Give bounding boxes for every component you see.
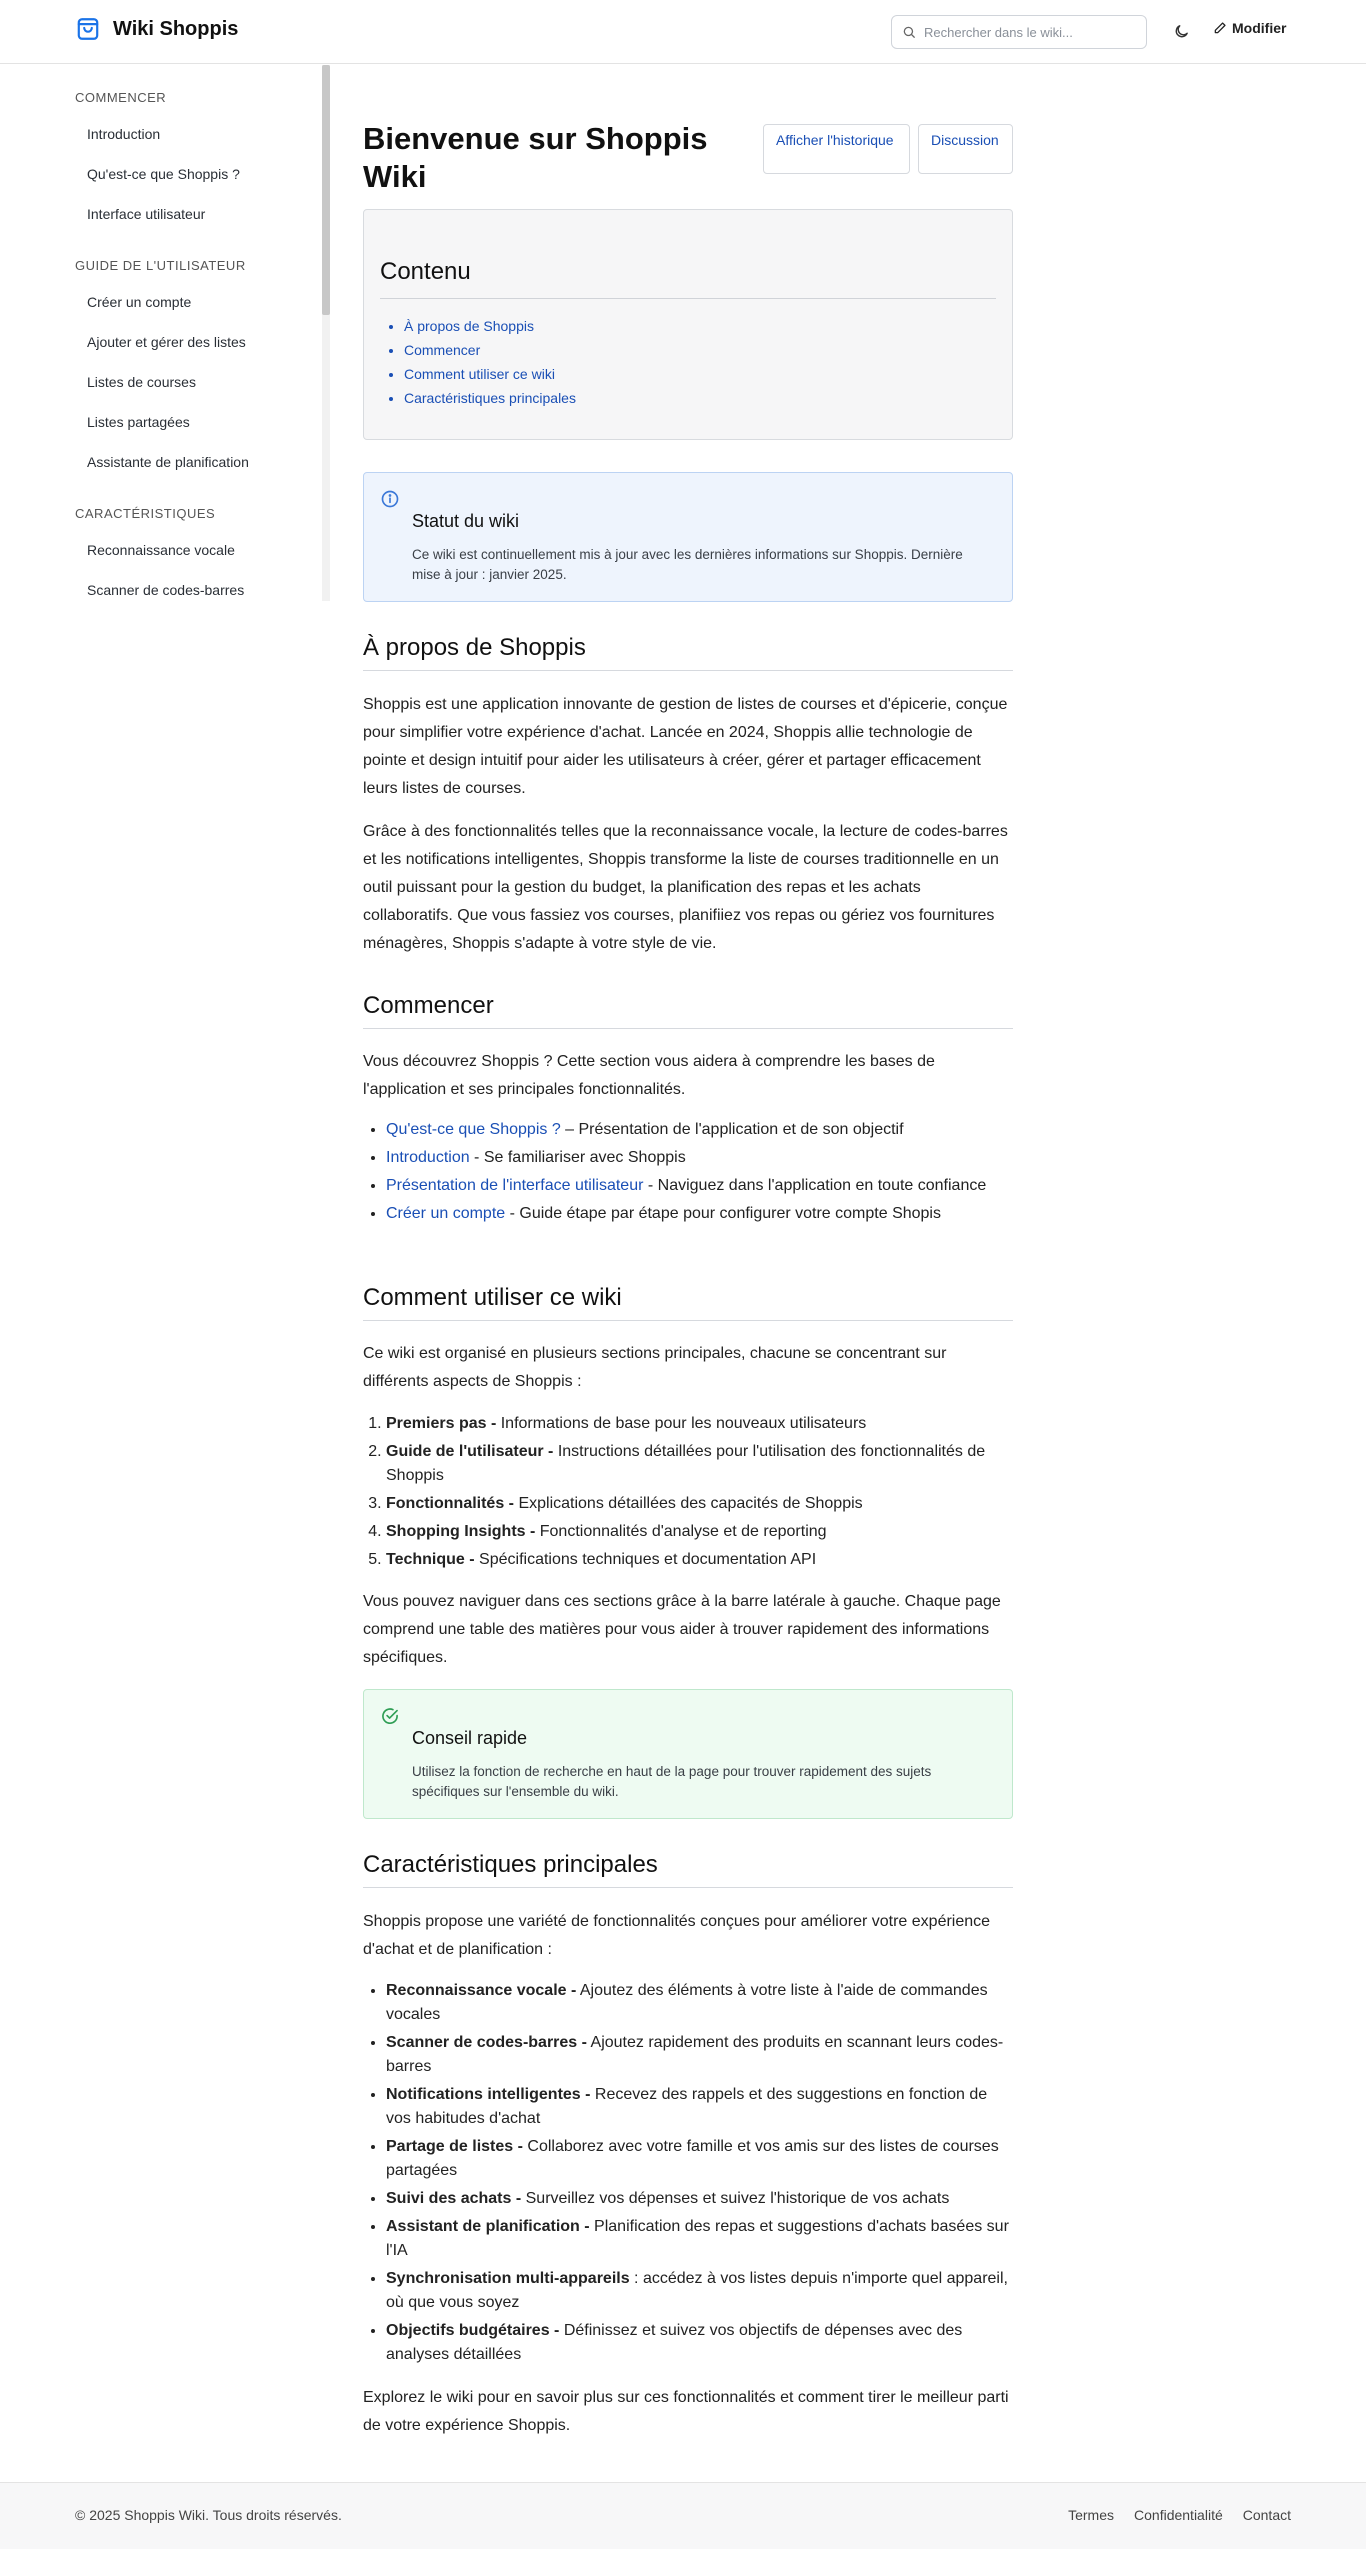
footer-links: Termes Confidentialité Contact: [1068, 2507, 1291, 2523]
start-intro: Vous découvrez Shoppis ? Cette section v…: [363, 1053, 935, 1098]
list-item: Qu'est-ce que Shoppis ? – Présentation d…: [386, 1118, 1013, 1142]
about-paragraph-2: Grâce à des fonctionnalités telles que l…: [363, 823, 1008, 952]
check-circle-icon: [380, 1706, 400, 1726]
list-item: Premiers pas - Informations de base pour…: [386, 1412, 1013, 1436]
sidebar-item-barcode-scanner[interactable]: Scanner de codes-barres: [87, 582, 244, 598]
toc-title: Contenu: [380, 258, 471, 285]
list-item: Reconnaissance vocale - Ajoutez des élém…: [386, 1979, 1013, 2027]
toc-link-features[interactable]: Caractéristiques principales: [404, 390, 576, 406]
discussion-button[interactable]: Discussion: [918, 124, 1013, 174]
sidebar-item-voice-recognition[interactable]: Reconnaissance vocale: [87, 542, 235, 558]
page-title: Bienvenue sur Shoppis Wiki: [363, 121, 708, 194]
howto-list: Premiers pas - Informations de base pour…: [386, 1412, 1013, 1576]
tip-note-text: Utilisez la fonction de recherche en hau…: [412, 1764, 932, 1799]
toc-link-about[interactable]: À propos de Shoppis: [404, 318, 534, 334]
link-create-account[interactable]: Créer un compte: [386, 1205, 505, 1222]
list-item: Synchronisation multi-appareils : accéde…: [386, 2267, 1013, 2315]
sidebar-item-shared-lists[interactable]: Listes partagées: [87, 414, 190, 430]
footer-link-terms[interactable]: Termes: [1068, 2507, 1114, 2523]
table-of-contents: Contenu À propos de Shoppis Commencer Co…: [363, 209, 1013, 440]
toc-divider: [380, 298, 996, 299]
edit-button[interactable]: Modifier: [1213, 20, 1286, 36]
brand[interactable]: Wiki Shoppis: [75, 16, 238, 42]
theme-toggle-button[interactable]: [1170, 20, 1192, 42]
link-introduction[interactable]: Introduction: [386, 1149, 470, 1166]
list-item: Technique - Spécifications techniques et…: [386, 1548, 1013, 1572]
search-box[interactable]: [891, 15, 1147, 49]
list-item: Shopping Insights - Fonctionnalités d'an…: [386, 1520, 1013, 1544]
view-history-button[interactable]: Afficher l'historique: [763, 124, 910, 174]
howto-outro: Vous pouvez naviguer dans ces sections g…: [363, 1593, 1001, 1666]
list-item: Suivi des achats - Surveillez vos dépens…: [386, 2187, 1013, 2211]
toc-item[interactable]: À propos de Shoppis: [404, 314, 576, 338]
tip-note-title: Conseil rapide: [412, 1728, 528, 1748]
link-what-is-shoppis[interactable]: Qu'est-ce que Shoppis ?: [386, 1121, 561, 1138]
footer-link-privacy[interactable]: Confidentialité: [1134, 2507, 1223, 2523]
section-heading-start: Commencer: [363, 992, 1013, 1029]
sidebar-item-create-account[interactable]: Créer un compte: [87, 294, 191, 310]
list-item: Fonctionnalités - Explications détaillée…: [386, 1492, 1013, 1516]
app-title: Wiki Shoppis: [113, 17, 239, 40]
toc-item[interactable]: Caractéristiques principales: [404, 386, 576, 410]
sidebar-item-planning-assistant[interactable]: Assistante de planification: [87, 454, 249, 470]
start-list: Qu'est-ce que Shoppis ? – Présentation d…: [386, 1118, 1013, 1230]
list-item: Introduction - Se familiariser avec Shop…: [386, 1146, 1013, 1170]
sidebar-heading-features: CARACTÉRISTIQUES: [75, 506, 216, 521]
sidebar-heading-user-guide: GUIDE DE L'UTILISATEUR: [75, 258, 246, 273]
footer-link-contact[interactable]: Contact: [1243, 2507, 1291, 2523]
sidebar-item-shopping-lists[interactable]: Listes de courses: [87, 374, 196, 390]
section-heading-features: Caractéristiques principales: [363, 1851, 1013, 1888]
toc-item[interactable]: Commencer: [404, 338, 576, 362]
sidebar-item-what-is-shoppis[interactable]: Qu'est-ce que Shoppis ?: [87, 166, 240, 182]
search-input[interactable]: [924, 24, 1124, 40]
sidebar-item-interface[interactable]: Interface utilisateur: [87, 206, 205, 222]
sidebar-item-introduction[interactable]: Introduction: [87, 126, 160, 142]
quick-tip-note: Conseil rapide Utilisez la fonction de r…: [363, 1689, 1013, 1819]
features-outro: Explorez le wiki pour en savoir plus sur…: [363, 2389, 1009, 2434]
sidebar-scrollbar-thumb[interactable]: [322, 65, 330, 315]
list-item: Présentation de l'interface utilisateur …: [386, 1174, 1013, 1198]
toc-item[interactable]: Comment utiliser ce wiki: [404, 362, 576, 386]
list-item: Partage de listes - Collaborez avec votr…: [386, 2135, 1013, 2183]
top-header: Wiki Shoppis Modifier: [0, 0, 1366, 64]
search-icon: [902, 25, 916, 39]
copyright-text: © 2025 Shoppis Wiki. Tous droits réservé…: [75, 2507, 342, 2523]
howto-intro: Ce wiki est organisé en plusieurs sectio…: [363, 1345, 947, 1390]
edit-label: Modifier: [1232, 20, 1287, 36]
moon-icon: [1173, 23, 1190, 40]
list-item: Scanner de codes-barres - Ajoutez rapide…: [386, 2031, 1013, 2079]
sidebar: COMMENCER Introduction Qu'est-ce que Sho…: [0, 65, 332, 601]
footer: © 2025 Shoppis Wiki. Tous droits réservé…: [0, 2482, 1366, 2549]
sidebar-heading-start: COMMENCER: [75, 90, 167, 105]
toc-link-howto[interactable]: Comment utiliser ce wiki: [404, 366, 555, 382]
list-item: Créer un compte - Guide étape par étape …: [386, 1202, 1013, 1226]
list-item: Objectifs budgétaires - Définissez et su…: [386, 2319, 1013, 2367]
shopping-bag-icon: [75, 16, 101, 42]
features-list: Reconnaissance vocale - Ajoutez des élém…: [386, 1979, 1013, 2371]
pencil-icon: [1213, 21, 1227, 35]
info-icon: [380, 489, 400, 509]
wiki-status-note: Statut du wiki Ce wiki est continuelleme…: [363, 472, 1013, 602]
toc-list: À propos de Shoppis Commencer Comment ut…: [404, 314, 576, 410]
section-heading-howto: Comment utiliser ce wiki: [363, 1284, 1013, 1321]
list-item: Notifications intelligentes - Recevez de…: [386, 2083, 1013, 2131]
list-item: Assistant de planification - Planificati…: [386, 2215, 1013, 2263]
status-note-title: Statut du wiki: [412, 511, 520, 531]
status-note-text: Ce wiki est continuellement mis à jour a…: [412, 547, 963, 582]
section-heading-about: À propos de Shoppis: [363, 634, 1013, 671]
list-item: Guide de l'utilisateur - Instructions dé…: [386, 1440, 1013, 1488]
toc-link-start[interactable]: Commencer: [404, 342, 480, 358]
link-interface[interactable]: Présentation de l'interface utilisateur: [386, 1177, 643, 1194]
about-paragraph-1: Shoppis est une application innovante de…: [363, 696, 1008, 797]
sidebar-item-manage-lists[interactable]: Ajouter et gérer des listes: [87, 334, 246, 350]
features-intro: Shoppis propose une variété de fonctionn…: [363, 1913, 991, 1958]
